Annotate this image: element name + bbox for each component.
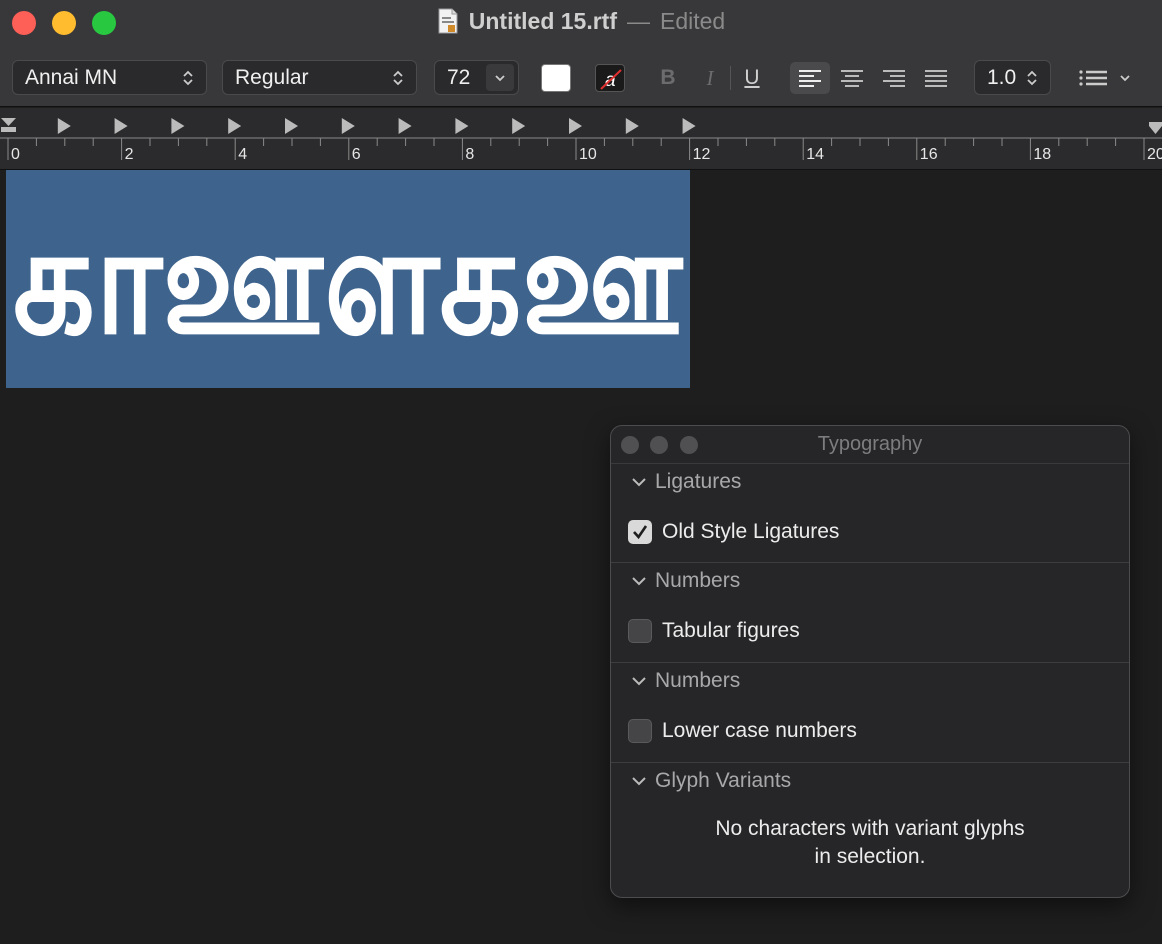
right-indent-marker[interactable] <box>1149 122 1162 134</box>
glyph-variants-section: Glyph Variants No characters with varian… <box>611 763 1129 897</box>
typography-panel-title: Typography <box>817 433 923 455</box>
bold-button[interactable]: B <box>656 62 680 94</box>
window-title-area: Untitled 15.rtf — Edited <box>0 4 1162 38</box>
font-style-value: Regular <box>235 65 309 89</box>
font-style-popup[interactable]: Regular <box>222 60 417 95</box>
tab-stop-marker[interactable] <box>455 118 469 134</box>
background-color-well[interactable]: a <box>595 64 625 92</box>
typography-panel[interactable]: Typography Ligatures Old Style Ligatures… <box>610 425 1130 898</box>
glyph-variants-message-line2: in selection. <box>814 845 926 868</box>
justify-icon <box>925 70 947 87</box>
option-label: Old Style Ligatures <box>662 520 840 543</box>
section-heading: Glyph Variants <box>655 769 792 792</box>
bullet-list-icon <box>1079 70 1107 86</box>
tab-stop-marker[interactable] <box>285 118 298 134</box>
chevron-down-icon <box>632 577 646 586</box>
font-family-value: Annai MN <box>25 65 118 89</box>
document-text[interactable]: காஊளகஊ <box>6 174 690 388</box>
document-text-content: காஊளகஊ <box>13 194 684 368</box>
ligatures-section: Ligatures Old Style Ligatures <box>611 464 1129 563</box>
chevron-down-icon <box>632 478 646 487</box>
section-heading: Ligatures <box>655 470 742 493</box>
align-center-icon <box>841 70 863 87</box>
updown-chevron-icon <box>1027 70 1037 85</box>
tab-stop-marker[interactable] <box>341 118 355 134</box>
tab-stop-marker[interactable] <box>512 118 526 134</box>
chevron-down-icon <box>632 677 646 686</box>
glyph-variants-section-header[interactable]: Glyph Variants <box>611 763 1129 799</box>
first-line-indent-marker[interactable] <box>1 118 16 126</box>
no-background-color-icon: a <box>600 69 622 91</box>
window-title: Untitled 15.rtf <box>468 7 617 34</box>
text-color-well[interactable] <box>541 64 571 92</box>
align-center-button[interactable] <box>832 62 872 94</box>
option-label: Lower case numbers <box>662 719 857 742</box>
chevron-down-icon <box>632 777 646 786</box>
list-style-popup[interactable] <box>1072 62 1138 94</box>
chevron-down-icon <box>1120 75 1130 82</box>
glyph-variants-message: No characters with variant glyphs in sel… <box>611 799 1129 871</box>
numbers-section-2: Numbers Lower case numbers <box>611 663 1129 763</box>
panel-close-button[interactable] <box>621 436 639 454</box>
line-spacing-popup[interactable]: 1.0 <box>974 60 1051 95</box>
align-right-icon <box>883 70 905 87</box>
tab-stop-marker[interactable] <box>114 118 128 134</box>
align-right-button[interactable] <box>874 62 914 94</box>
option-label: Tabular figures <box>662 619 800 642</box>
align-left-button[interactable] <box>790 62 830 94</box>
old-style-ligatures-checkbox[interactable] <box>628 520 652 544</box>
panel-zoom-button[interactable] <box>680 436 698 454</box>
font-size-combo[interactable]: 72 <box>434 60 519 95</box>
justify-button[interactable] <box>916 62 956 94</box>
checkmark-icon <box>633 525 648 540</box>
title-separator: — <box>627 7 650 34</box>
line-spacing-value: 1.0 <box>987 65 1017 89</box>
panel-minimize-button[interactable] <box>650 436 668 454</box>
left-indent-marker[interactable] <box>1 127 16 132</box>
lower-case-numbers-checkbox[interactable] <box>628 719 652 743</box>
font-size-dropdown-button[interactable] <box>486 64 514 91</box>
section-heading: Numbers <box>655 669 741 692</box>
italic-button[interactable]: I <box>698 62 722 94</box>
tabular-figures-checkbox[interactable] <box>628 619 652 643</box>
numbers-section-header[interactable]: Numbers <box>611 663 1129 699</box>
tab-stop-marker[interactable] <box>57 118 71 134</box>
ligatures-section-header[interactable]: Ligatures <box>611 464 1129 500</box>
tab-stop-marker[interactable] <box>228 118 242 134</box>
tab-stop-marker[interactable] <box>398 118 412 134</box>
tab-stop-marker[interactable] <box>569 118 582 134</box>
tab-stop-marker[interactable] <box>625 118 639 134</box>
ruler[interactable] <box>0 108 1162 170</box>
rtf-document-icon <box>438 8 458 34</box>
glyph-variants-message-line1: No characters with variant glyphs <box>715 817 1025 840</box>
lower-case-numbers-option[interactable]: Lower case numbers <box>611 699 1129 763</box>
old-style-ligatures-option[interactable]: Old Style Ligatures <box>611 500 1129 564</box>
updown-chevron-icon <box>393 70 403 85</box>
typography-panel-titlebar[interactable]: Typography <box>611 426 1129 464</box>
numbers-section: Numbers Tabular figures <box>611 563 1129 663</box>
tab-stop-marker[interactable] <box>682 118 696 134</box>
updown-chevron-icon <box>183 70 193 85</box>
align-left-icon <box>799 70 821 87</box>
toolbar-separator <box>730 66 731 90</box>
edited-status[interactable]: Edited <box>660 8 725 35</box>
numbers-section-header[interactable]: Numbers <box>611 563 1129 599</box>
font-size-value[interactable]: 72 <box>447 66 470 90</box>
window-titlebar: Untitled 15.rtf — Edited Annai MN Regula… <box>0 0 1162 107</box>
chevron-down-icon <box>495 74 505 81</box>
section-heading: Numbers <box>655 569 741 592</box>
tab-stop-marker[interactable] <box>171 118 185 134</box>
font-family-popup[interactable]: Annai MN <box>12 60 207 95</box>
underline-button[interactable]: U <box>740 62 764 94</box>
tabular-figures-option[interactable]: Tabular figures <box>611 599 1129 663</box>
ruler-scale <box>0 118 1162 160</box>
